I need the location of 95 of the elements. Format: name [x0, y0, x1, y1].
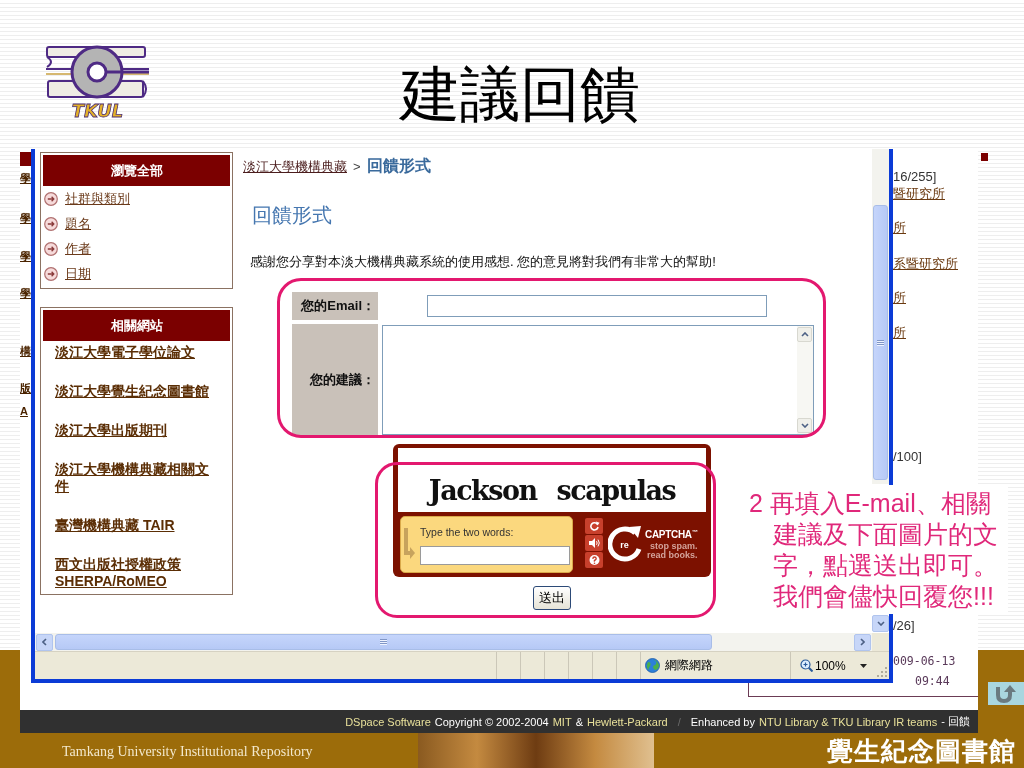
department-link[interactable]: 系暨研究所 [893, 256, 958, 271]
related-site-link[interactable]: 淡江大學機構典藏相關文件 [55, 461, 215, 495]
browse-link[interactable]: 日期 [65, 264, 91, 283]
scroll-up-button[interactable] [797, 327, 812, 342]
count-text: /100] [893, 449, 922, 464]
field-label: 您的Email： [292, 292, 378, 320]
logo-wordmark: CAPTCHA$^{™}$ [645, 528, 698, 541]
arrow-circle-icon [44, 241, 58, 256]
footer-separator: / [677, 715, 681, 728]
globe-icon [645, 658, 660, 673]
scroll-down-button[interactable] [872, 615, 889, 632]
breadcrumb-current: 回饋形式 [366, 156, 431, 176]
horizontal-scrollbar[interactable] [35, 633, 872, 651]
chevron-left-icon [42, 638, 47, 646]
slide-title: 建議回饋 [398, 58, 641, 131]
chevron-right-icon [860, 638, 865, 646]
scroll-left-button[interactable] [36, 633, 53, 651]
help-icon [588, 555, 600, 565]
chevron-up-icon [800, 332, 809, 337]
footer-caption: Tamkang University Institutional Repository [62, 743, 313, 759]
refresh-button[interactable] [585, 518, 603, 534]
footer-link[interactable]: DSpace Software [345, 715, 431, 728]
square-marker-icon [981, 153, 988, 161]
panel-header: 瀏覽全部 [43, 155, 230, 186]
chevron-down-icon [876, 621, 885, 626]
breadcrumb-separator: > [353, 159, 361, 174]
caret-icon [859, 663, 867, 668]
panel-header-fragment [20, 152, 31, 166]
footer-text: Copyright © 2002-2004 [434, 715, 549, 728]
footer-text: - 回饋 [941, 714, 970, 729]
zoom-control[interactable]: 100% [790, 652, 872, 679]
library-name: 覺生紀念圖書館 [827, 735, 1016, 766]
count-text: /26] [893, 618, 915, 633]
count-text: 16/255] [893, 169, 937, 184]
zone-label: 網際網路 [665, 657, 713, 674]
date-text: 009-06-13 [893, 654, 956, 669]
audio-button[interactable] [585, 535, 603, 551]
suggestion-textarea[interactable] [382, 325, 814, 435]
tagline-text: stop spam. read books. [647, 542, 698, 561]
submit-button[interactable]: 送出 [533, 586, 571, 610]
department-link[interactable]: 暨研究所 [893, 186, 945, 201]
link-fragment[interactable]: A [20, 405, 31, 418]
browse-link[interactable]: 社群與類別 [65, 189, 130, 208]
textarea-scrollbar[interactable] [797, 326, 813, 434]
email-input[interactable] [427, 295, 767, 317]
related-site-link[interactable]: 臺灣機構典藏 TAIR [55, 517, 215, 534]
scroll-right-button[interactable] [854, 633, 871, 651]
arrow-circle-icon [44, 266, 58, 281]
department-link[interactable]: 所 [893, 325, 906, 340]
time-text: 09:44 [915, 674, 950, 689]
related-site-link[interactable]: 淡江大學出版期刊 [55, 422, 215, 439]
grip-icon [877, 339, 884, 346]
arrow-circle-icon [44, 216, 58, 231]
grip-icon [380, 639, 387, 645]
browse-link[interactable]: 題名 [65, 214, 91, 233]
footer-link[interactable]: Hewlett-Packard [587, 715, 668, 728]
help-button[interactable] [585, 552, 603, 568]
related-site-link[interactable]: 淡江大學電子學位論文 [55, 344, 215, 361]
footer-link[interactable]: NTU Library & TKU Library IR teams [758, 715, 938, 728]
resize-grip-icon[interactable] [876, 666, 887, 677]
captcha-words: Jackson scapulas [428, 476, 676, 506]
browse-link[interactable]: 作者 [65, 239, 91, 258]
link-fragment[interactable]: 學 [20, 287, 31, 300]
scrollbar-thumb[interactable] [55, 634, 712, 650]
captcha-prompt: Type the two words: [420, 526, 515, 538]
vertical-scrollbar[interactable] [872, 149, 889, 484]
department-link[interactable]: 所 [893, 220, 906, 235]
speaker-icon [588, 538, 600, 548]
related-site-link[interactable]: 淡江大學覺生紀念圖書館 [55, 383, 215, 400]
breadcrumb-link[interactable]: 淡江大學機構典藏 [243, 158, 347, 176]
related-site-link[interactable]: 西文出版社授權政策 SHERPA/RoMEO [55, 556, 215, 590]
arrow-circle-icon [44, 191, 58, 206]
panel-header: 相關網站 [43, 310, 230, 341]
footer-text: Enhanced by [690, 715, 755, 728]
logo-prefix-text: re [620, 539, 629, 550]
link-fragment[interactable]: 構 [20, 345, 31, 358]
footer-link[interactable]: MIT [552, 715, 572, 728]
refresh-icon [588, 521, 600, 531]
department-link[interactable]: 所 [893, 290, 906, 305]
footer-text: & [575, 715, 583, 728]
link-fragment[interactable]: 學 [20, 212, 31, 225]
captcha-input[interactable] [420, 546, 570, 565]
scroll-down-button[interactable] [797, 418, 812, 433]
chevron-down-icon [800, 423, 809, 428]
bent-arrow-icon [403, 528, 415, 560]
scrollbar-thumb[interactable] [873, 205, 888, 480]
field-label: 您的建議： [292, 324, 378, 436]
link-fragment[interactable]: 學 [20, 172, 31, 185]
link-fragment[interactable]: 學 [20, 250, 31, 263]
annotation-text: 2 再填入E-mail、相關建議及下面圖片的文字，點選送出即可。我們會儘快回覆您!!! [748, 488, 999, 612]
zoom-icon [800, 659, 813, 672]
logo-text: TKUL [71, 101, 124, 120]
link-fragment[interactable]: 版 [20, 382, 31, 395]
intro-text: 感謝您分享對本淡大機構典藏系統的使用感想. 您的意見將對我們有非常大的幫助! [250, 254, 717, 270]
page-heading: 回饋形式 [252, 203, 333, 227]
